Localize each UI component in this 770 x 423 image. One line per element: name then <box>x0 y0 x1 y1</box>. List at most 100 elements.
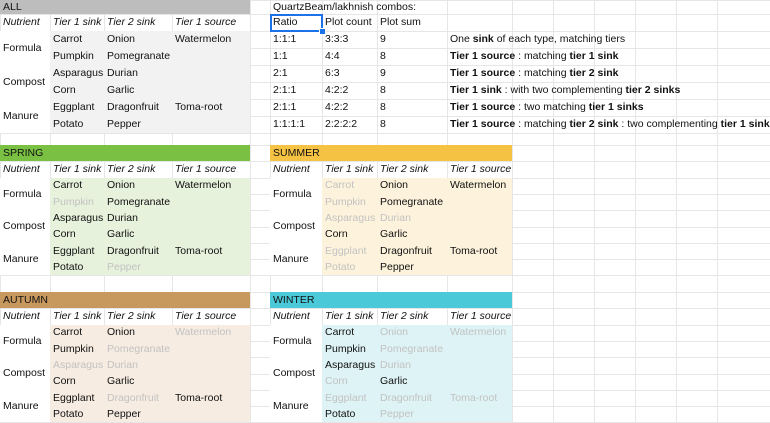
combo-description[interactable]: Tier 1 source : matching tier 1 sink <box>447 48 770 65</box>
crop-cell[interactable]: Pepper <box>104 259 172 275</box>
crop-cell[interactable]: Pomegranate <box>104 48 172 65</box>
crop-cell[interactable]: Toma-root <box>447 243 512 259</box>
combo-plot-count[interactable]: 3:3:3 <box>322 31 377 48</box>
crop-cell[interactable]: Eggplant <box>50 243 104 259</box>
combo-description[interactable]: Tier 1 sink : with two complementing tie… <box>447 82 770 99</box>
combo-plot-sum[interactable]: 8 <box>377 99 447 116</box>
crop-cell[interactable] <box>447 357 512 373</box>
crop-cell[interactable]: Onion <box>377 178 447 194</box>
crop-cell[interactable]: Watermelon <box>172 325 250 341</box>
crop-cell[interactable]: Carrot <box>50 31 104 48</box>
crop-cell[interactable]: Potato <box>50 406 104 422</box>
crop-cell[interactable]: Asparagus <box>322 210 377 226</box>
crop-cell[interactable] <box>172 357 250 373</box>
crop-cell[interactable]: Pepper <box>104 116 172 133</box>
crop-cell[interactable]: Pepper <box>377 259 447 275</box>
combo-description[interactable]: Tier 1 source : matching tier 2 sink : t… <box>447 116 770 133</box>
crop-cell[interactable]: Pomegranate <box>104 341 172 357</box>
crop-cell[interactable]: Corn <box>322 227 377 243</box>
crop-cell[interactable] <box>172 210 250 226</box>
combo-ratio[interactable]: 2:1 <box>270 65 322 82</box>
crop-cell[interactable] <box>172 406 250 422</box>
crop-cell[interactable]: Dragonfruit <box>104 390 172 406</box>
crop-cell[interactable]: Dragonfruit <box>104 243 172 259</box>
crop-cell[interactable] <box>447 406 512 422</box>
crop-cell[interactable] <box>447 210 512 226</box>
crop-cell[interactable]: Asparagus <box>50 357 104 373</box>
crop-cell[interactable]: Garlic <box>377 227 447 243</box>
crop-cell[interactable]: Pepper <box>377 406 447 422</box>
combo-ratio[interactable]: 2:1:1 <box>270 99 322 116</box>
crop-cell[interactable]: Dragonfruit <box>104 99 172 116</box>
crop-cell[interactable] <box>172 259 250 275</box>
crop-cell[interactable] <box>172 82 250 99</box>
crop-cell[interactable]: Pumpkin <box>50 341 104 357</box>
combo-description[interactable]: One sink of each type, matching tiers <box>447 31 770 48</box>
crop-cell[interactable] <box>172 227 250 243</box>
crop-cell[interactable]: Onion <box>104 325 172 341</box>
combo-ratio[interactable]: 1:1 <box>270 48 322 65</box>
crop-cell[interactable]: Corn <box>50 374 104 390</box>
combo-ratio[interactable]: 2:1:1 <box>270 82 322 99</box>
crop-cell[interactable] <box>172 194 250 210</box>
crop-cell[interactable] <box>172 65 250 82</box>
crop-cell[interactable]: Durian <box>377 210 447 226</box>
crop-cell[interactable]: Durian <box>104 65 172 82</box>
crop-cell[interactable]: Dragonfruit <box>377 390 447 406</box>
crop-cell[interactable]: Durian <box>104 210 172 226</box>
crop-cell[interactable]: Corn <box>322 374 377 390</box>
combo-plot-count[interactable]: 4:4 <box>322 48 377 65</box>
crop-cell[interactable]: Carrot <box>50 178 104 194</box>
combo-plot-sum[interactable]: 8 <box>377 82 447 99</box>
combo-plot-count[interactable]: 4:2:2 <box>322 99 377 116</box>
crop-cell[interactable]: Durian <box>104 357 172 373</box>
combo-plot-sum[interactable]: 9 <box>377 65 447 82</box>
crop-cell[interactable]: Toma-root <box>172 390 250 406</box>
crop-cell[interactable]: Toma-root <box>172 99 250 116</box>
crop-cell[interactable] <box>447 259 512 275</box>
crop-cell[interactable]: Garlic <box>377 374 447 390</box>
crop-cell[interactable] <box>447 227 512 243</box>
crop-cell[interactable] <box>172 48 250 65</box>
combo-plot-count[interactable]: 4:2:2 <box>322 82 377 99</box>
crop-cell[interactable]: Onion <box>377 325 447 341</box>
crop-cell[interactable]: Pumpkin <box>322 194 377 210</box>
crop-cell[interactable]: Potato <box>50 116 104 133</box>
crop-cell[interactable]: Asparagus <box>50 65 104 82</box>
crop-cell[interactable]: Corn <box>50 82 104 99</box>
crop-cell[interactable]: Watermelon <box>172 31 250 48</box>
crop-cell[interactable]: Dragonfruit <box>377 243 447 259</box>
combo-plot-sum[interactable]: 8 <box>377 116 447 133</box>
crop-cell[interactable]: Garlic <box>104 82 172 99</box>
crop-cell[interactable]: Potato <box>322 259 377 275</box>
crop-cell[interactable]: Garlic <box>104 374 172 390</box>
crop-cell[interactable]: Pomegranate <box>104 194 172 210</box>
combo-plot-sum[interactable]: 8 <box>377 48 447 65</box>
crop-cell[interactable]: Carrot <box>50 325 104 341</box>
crop-cell[interactable]: Pumpkin <box>50 48 104 65</box>
crop-cell[interactable]: Asparagus <box>322 357 377 373</box>
crop-cell[interactable] <box>172 116 250 133</box>
crop-cell[interactable]: Watermelon <box>447 178 512 194</box>
crop-cell[interactable]: Eggplant <box>322 390 377 406</box>
combo-plot-count[interactable]: 2:2:2:2 <box>322 116 377 133</box>
crop-cell[interactable] <box>447 374 512 390</box>
crop-cell[interactable]: Asparagus <box>50 210 104 226</box>
crop-cell[interactable]: Carrot <box>322 325 377 341</box>
crop-cell[interactable] <box>172 374 250 390</box>
crop-cell[interactable]: Pomegranate <box>377 194 447 210</box>
crop-cell[interactable]: Toma-root <box>172 243 250 259</box>
crop-cell[interactable]: Carrot <box>322 178 377 194</box>
crop-cell[interactable] <box>447 194 512 210</box>
crop-cell[interactable]: Onion <box>104 31 172 48</box>
crop-cell[interactable]: Eggplant <box>50 99 104 116</box>
crop-cell[interactable]: Garlic <box>104 227 172 243</box>
combo-description[interactable]: Tier 1 source : matching tier 2 sink <box>447 65 770 82</box>
crop-cell[interactable]: Durian <box>377 357 447 373</box>
combo-description[interactable]: Tier 1 source : two matching tier 1 sink… <box>447 99 770 116</box>
combo-ratio[interactable]: 1:1:1 <box>270 31 322 48</box>
combo-plot-count[interactable]: 6:3 <box>322 65 377 82</box>
combo-plot-sum[interactable]: 9 <box>377 31 447 48</box>
combo-ratio[interactable]: 1:1:1:1 <box>270 116 322 133</box>
crop-cell[interactable] <box>172 341 250 357</box>
